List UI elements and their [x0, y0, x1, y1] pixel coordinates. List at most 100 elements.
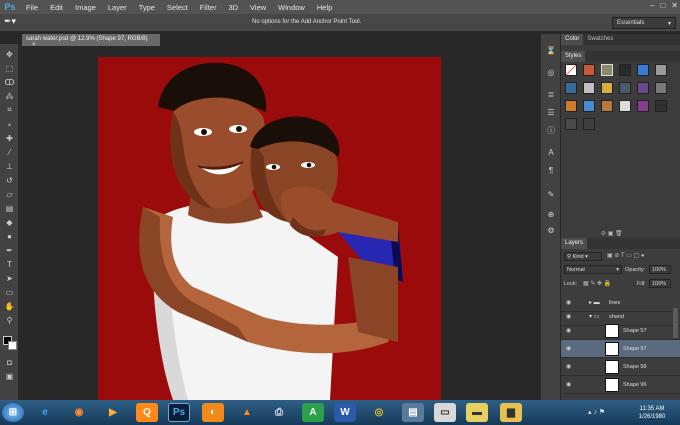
menu-view[interactable]: View	[244, 3, 272, 12]
word-icon[interactable]: W	[334, 403, 356, 422]
layer-row[interactable]: ◉ Shape 96	[561, 376, 680, 394]
actions-icon[interactable]: ◎	[545, 66, 557, 78]
style-swatch[interactable]	[619, 82, 631, 94]
style-swatch[interactable]	[565, 100, 577, 112]
notes-icon[interactable]: ▬	[466, 403, 488, 422]
menu-layer[interactable]: Layer	[102, 3, 133, 12]
menu-edit[interactable]: Edit	[44, 3, 69, 12]
illustrator-icon[interactable]: ◐	[202, 403, 224, 422]
menu-file[interactable]: File	[20, 3, 44, 12]
menu-select[interactable]: Select	[161, 3, 194, 12]
adjustments-icon[interactable]: ≣	[545, 88, 557, 100]
style-swatch[interactable]	[583, 100, 595, 112]
eraser-tool-icon[interactable]: ▱	[3, 188, 16, 200]
document-tab[interactable]: sarah water.psd @ 12.9% (Shape 97, RGB/8…	[22, 34, 160, 48]
history-icon[interactable]: ⌛	[545, 44, 557, 56]
style-swatch[interactable]	[565, 64, 577, 76]
style-swatch[interactable]	[637, 82, 649, 94]
style-swatch[interactable]	[637, 100, 649, 112]
brush-tool-icon[interactable]: ⁄	[3, 146, 16, 158]
style-swatch[interactable]	[655, 82, 667, 94]
properties-icon[interactable]: ☰	[545, 106, 557, 118]
internet-explorer-icon[interactable]: e	[34, 403, 56, 422]
workspace-select[interactable]: Essentials ▾	[612, 17, 676, 29]
path-select-tool-icon[interactable]: ➤	[3, 272, 16, 284]
firefox-icon[interactable]: ◉	[68, 403, 90, 422]
quick-mask-icon[interactable]: ◘	[3, 356, 16, 368]
style-swatch[interactable]	[583, 82, 595, 94]
start-orb-icon[interactable]: ⊞	[2, 403, 24, 422]
q-app-icon[interactable]: Q	[136, 403, 158, 422]
pen-tool-icon[interactable]: ✒	[3, 244, 16, 256]
dodge-tool-icon[interactable]: ●	[3, 230, 16, 242]
zoom-tool-icon[interactable]: ⚲	[3, 314, 16, 326]
gradient-tool-icon[interactable]: ▤	[3, 202, 16, 214]
menu-type[interactable]: Type	[133, 3, 161, 12]
minimize-button[interactable]: –	[650, 1, 654, 10]
chrome-icon[interactable]: ◎	[368, 403, 390, 422]
printer-icon[interactable]: ⎙	[268, 403, 290, 422]
photoshop-icon[interactable]: Ps	[168, 403, 190, 422]
blur-tool-icon[interactable]: ◆	[3, 216, 16, 228]
style-swatch[interactable]	[637, 64, 649, 76]
history-brush-tool-icon[interactable]: ↺	[3, 174, 16, 186]
blend-mode-select[interactable]: Normal ▾	[564, 265, 622, 274]
style-swatch[interactable]	[601, 82, 613, 94]
menu-image[interactable]: Image	[69, 3, 102, 12]
a-app-icon[interactable]: A	[302, 403, 324, 422]
folder-icon[interactable]: ▆	[500, 403, 522, 422]
tab-layers[interactable]: Layers	[561, 238, 588, 249]
style-swatch[interactable]	[601, 64, 613, 76]
style-swatch[interactable]	[565, 82, 577, 94]
layer-filter-select[interactable]: ⚲ Kind ▾	[564, 252, 602, 261]
crop-tool-icon[interactable]: ⌗	[3, 104, 16, 116]
move-tool-icon[interactable]: ✥	[3, 48, 16, 60]
screen-mode-icon[interactable]: ▣	[3, 370, 16, 382]
quick-select-tool-icon[interactable]: ⁂	[3, 90, 16, 102]
document-canvas[interactable]	[98, 57, 441, 400]
marquee-tool-icon[interactable]: ⬚	[3, 62, 16, 74]
network-icon[interactable]: ▤	[402, 403, 424, 422]
shape-tool-icon[interactable]: ▭	[3, 286, 16, 298]
info-icon[interactable]: ⓘ	[545, 124, 557, 136]
opacity-input[interactable]: 100%	[649, 265, 671, 274]
visibility-eye-icon[interactable]: ◉	[566, 345, 571, 352]
visibility-eye-icon[interactable]: ◉	[566, 313, 571, 320]
system-clock[interactable]: 11:35 AM 1/26/1980	[628, 405, 676, 421]
maximize-button[interactable]: □	[660, 1, 665, 10]
tab-swatches[interactable]: Swatches	[583, 34, 617, 45]
style-swatch[interactable]	[655, 100, 667, 112]
fill-input[interactable]: 100%	[649, 279, 671, 288]
tool-presets-icon[interactable]: ⚙	[545, 224, 557, 236]
style-swatch[interactable]	[583, 64, 595, 76]
style-swatch[interactable]	[619, 64, 631, 76]
menu-window[interactable]: Window	[272, 3, 311, 12]
clone-stamp-tool-icon[interactable]: ⊥	[3, 160, 16, 172]
style-swatch[interactable]	[655, 64, 667, 76]
style-swatch[interactable]	[565, 118, 577, 130]
menu-help[interactable]: Help	[311, 3, 338, 12]
vlc-icon[interactable]: ▲	[236, 403, 258, 422]
lock-icons[interactable]: ▦ ✎ ✥ 🔒	[583, 280, 611, 287]
visibility-eye-icon[interactable]: ◉	[566, 381, 571, 388]
lasso-tool-icon[interactable]: ↀ	[3, 76, 16, 88]
menu-3d[interactable]: 3D	[222, 3, 244, 12]
paragraph-icon[interactable]: ¶	[545, 164, 557, 176]
styles-panel-footer-icons[interactable]: ⊘ ▣ 🗑	[601, 230, 623, 237]
add-anchor-pen-icon[interactable]: ✒▾	[4, 16, 28, 30]
document-icon[interactable]: ▭	[434, 403, 456, 422]
character-icon[interactable]: A	[545, 146, 557, 158]
close-button[interactable]: ✕	[671, 1, 678, 10]
layer-row[interactable]: ◉ Shape 57	[561, 322, 680, 340]
filter-icons[interactable]: ▣ ⊘ T ▭ ▢ ●	[607, 252, 644, 259]
clone-source-icon[interactable]: ⊕	[545, 208, 557, 220]
layer-row[interactable]: ◉ Shape 98	[561, 358, 680, 376]
style-swatch[interactable]	[583, 118, 595, 130]
style-swatch[interactable]	[601, 100, 613, 112]
tab-color[interactable]: Color	[561, 34, 584, 45]
brush-presets-icon[interactable]: ✎	[545, 188, 557, 200]
hand-tool-icon[interactable]: ✋	[3, 300, 16, 312]
eyedropper-tool-icon[interactable]: ⸗	[3, 118, 16, 130]
healing-brush-tool-icon[interactable]: ✚	[3, 132, 16, 144]
style-swatch[interactable]	[619, 100, 631, 112]
